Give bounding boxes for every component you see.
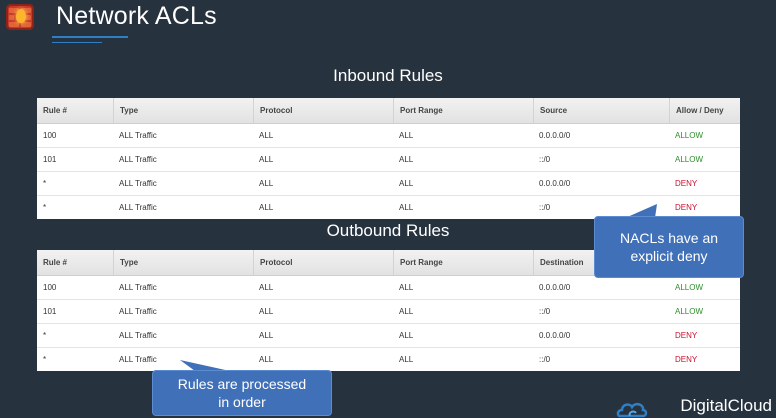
rule-protocol: ALL: [259, 155, 274, 164]
callout-text-line: NACLs have an: [619, 230, 719, 246]
rule-protocol: ALL: [259, 179, 274, 188]
header-type[interactable]: Type: [113, 98, 253, 123]
rule-number: *: [43, 355, 47, 364]
table-row[interactable]: * ALL Traffic ALL ALL 0.0.0.0/0 DENY: [37, 172, 740, 196]
rule-type: ALL Traffic: [119, 307, 157, 316]
rule-port-range: ALL: [399, 355, 414, 364]
title-underline: [52, 36, 128, 38]
rule-protocol: ALL: [259, 355, 274, 364]
header-protocol[interactable]: Protocol: [253, 98, 393, 123]
rule-source: 0.0.0.0/0: [539, 179, 571, 188]
header-port-range[interactable]: Port Range: [393, 98, 533, 123]
table-header-row: Rule # Type Protocol Port Range Source A…: [37, 98, 740, 124]
processing-order-callout: Rules are processed in order: [152, 370, 332, 416]
rule-protocol: ALL: [259, 283, 274, 292]
rule-type: ALL Traffic: [119, 355, 157, 364]
rule-type: ALL Traffic: [119, 131, 157, 140]
table-row[interactable]: * ALL Traffic ALL ALL 0.0.0.0/0 DENY: [37, 324, 740, 348]
header-rule-number[interactable]: Rule #: [37, 250, 113, 275]
rule-number: 100: [43, 283, 57, 292]
table-row[interactable]: 101 ALL Traffic ALL ALL ::/0 ALLOW: [37, 148, 740, 172]
cloud-icon: [616, 402, 648, 418]
rule-action: ALLOW: [675, 131, 704, 140]
rule-destination: ::/0: [539, 307, 551, 316]
rule-type: ALL Traffic: [119, 331, 157, 340]
page-title: Network ACLs: [56, 2, 217, 30]
rule-source: ::/0: [539, 155, 551, 164]
header-protocol[interactable]: Protocol: [253, 250, 393, 275]
rule-destination: 0.0.0.0/0: [539, 331, 571, 340]
title-underline-secondary: [52, 42, 102, 43]
rule-number: *: [43, 331, 47, 340]
rule-protocol: ALL: [259, 203, 274, 212]
rule-type: ALL Traffic: [119, 155, 157, 164]
rule-number: *: [43, 203, 47, 212]
rule-port-range: ALL: [399, 203, 414, 212]
rule-port-range: ALL: [399, 131, 414, 140]
rule-protocol: ALL: [259, 131, 274, 140]
header-source[interactable]: Source: [533, 98, 669, 123]
callout-text-line: Rules are processed: [177, 376, 307, 392]
rule-port-range: ALL: [399, 307, 414, 316]
table-row[interactable]: 100 ALL Traffic ALL ALL 0.0.0.0/0 ALLOW: [37, 124, 740, 148]
rule-action: ALLOW: [675, 307, 704, 316]
rule-type: ALL Traffic: [119, 283, 157, 292]
table-row[interactable]: * ALL Traffic ALL ALL ::/0 DENY: [37, 348, 740, 371]
callout-text-line: in order: [218, 394, 266, 410]
header-rule-number[interactable]: Rule #: [37, 98, 113, 123]
rule-number: *: [43, 179, 47, 188]
rule-protocol: ALL: [259, 307, 274, 316]
table-row[interactable]: 101 ALL Traffic ALL ALL ::/0 ALLOW: [37, 300, 740, 324]
rule-port-range: ALL: [399, 331, 414, 340]
header-allow-deny[interactable]: Allow / Deny: [669, 98, 740, 123]
table-row[interactable]: 100 ALL Traffic ALL ALL 0.0.0.0/0 ALLOW: [37, 276, 740, 300]
rule-protocol: ALL: [259, 331, 274, 340]
explicit-deny-callout: NACLs have an explicit deny: [594, 216, 744, 278]
brand-name: DigitalCloud: [680, 396, 772, 415]
rule-action: ALLOW: [675, 283, 704, 292]
rule-type: ALL Traffic: [119, 179, 157, 188]
rule-action: DENY: [675, 179, 698, 188]
callout-text-line: explicit deny: [630, 248, 708, 264]
rule-number: 100: [43, 131, 57, 140]
firewall-icon: [6, 4, 34, 30]
rule-source: 0.0.0.0/0: [539, 131, 571, 140]
header-port-range[interactable]: Port Range: [393, 250, 533, 275]
rule-number: 101: [43, 307, 57, 316]
rule-type: ALL Traffic: [119, 203, 157, 212]
rule-action: DENY: [675, 331, 698, 340]
rule-port-range: ALL: [399, 155, 414, 164]
rule-number: 101: [43, 155, 57, 164]
rule-destination: 0.0.0.0/0: [539, 283, 571, 292]
header-type[interactable]: Type: [113, 250, 253, 275]
inbound-rules-table: Rule # Type Protocol Port Range Source A…: [37, 98, 740, 219]
rule-port-range: ALL: [399, 179, 414, 188]
inbound-title: Inbound Rules: [333, 66, 443, 85]
rule-action: ALLOW: [675, 155, 704, 164]
rule-port-range: ALL: [399, 283, 414, 292]
rule-action: DENY: [675, 355, 698, 364]
rule-destination: ::/0: [539, 355, 551, 364]
